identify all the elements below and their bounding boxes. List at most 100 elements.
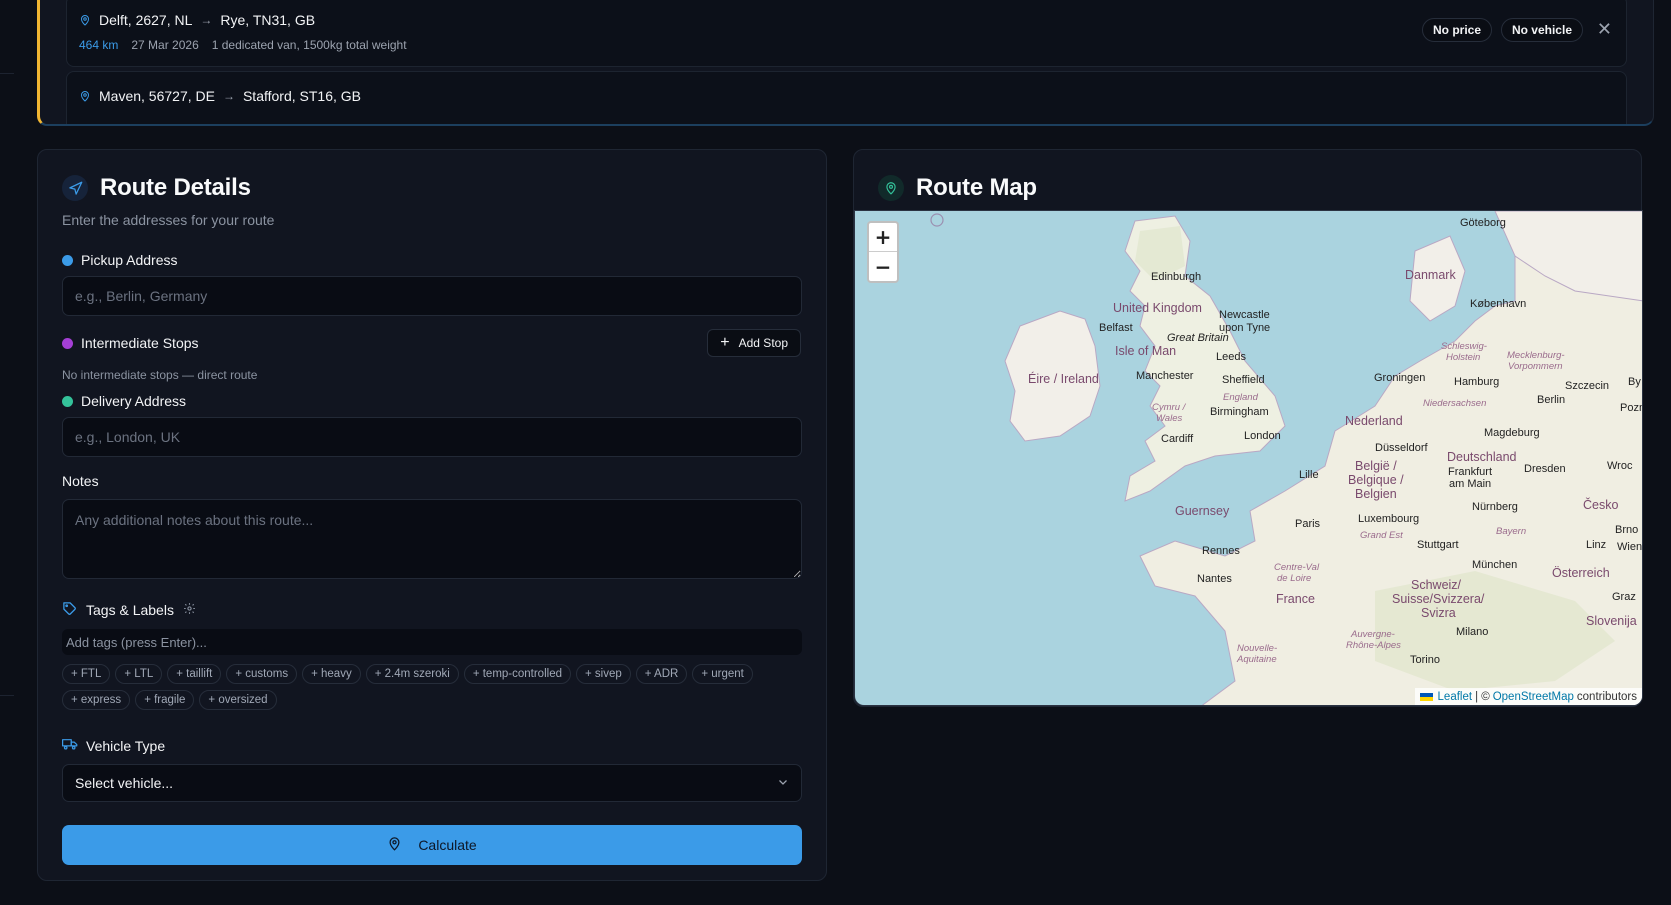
close-icon[interactable]: ✕ [1597, 18, 1612, 40]
map-label-szczecin: Szczecin [1565, 380, 1610, 392]
map-label-nantes: Nantes [1197, 573, 1232, 585]
tag-chip-taillift[interactable]: + taillift [167, 664, 222, 684]
map-label-osterreich: Österreich [1552, 566, 1610, 580]
add-stop-label: Add Stop [738, 336, 788, 350]
vehicle-badge[interactable]: No vehicle [1500, 18, 1583, 42]
arrow-right-icon: → [222, 89, 235, 103]
map-label-schweiz-2: Suisse/Svizzera/ [1392, 592, 1485, 606]
route-from: Maven, 56727, DE [99, 88, 215, 104]
map-label-wroc: Wroc [1607, 460, 1633, 472]
chevron-down-icon [777, 775, 789, 791]
left-rail-divider [0, 73, 14, 74]
map-label-nederland: Nederland [1345, 414, 1403, 428]
tag-chip-sivep[interactable]: + sivep [575, 664, 631, 684]
zoom-control: + − [867, 221, 899, 283]
map-label-england: England [1223, 392, 1258, 403]
route-map-title: Route Map [916, 174, 1037, 201]
saved-routes-panel: Delft, 2627, NL → Rye, TN31, GB 464 km 2… [37, 0, 1654, 126]
plus-icon: + [720, 334, 730, 351]
pickup-address-input[interactable] [62, 276, 802, 316]
map-label-cesko: Česko [1583, 498, 1619, 512]
tag-chip-fragile[interactable]: + fragile [135, 690, 195, 710]
pickup-label-text: Pickup Address [81, 252, 178, 268]
tag-chip-adr[interactable]: + ADR [635, 664, 688, 684]
map-label-mecklenburg-1: Mecklenburg- [1507, 350, 1565, 361]
tag-chip-urgent[interactable]: + urgent [692, 664, 753, 684]
map-label-newcastle-1: Newcastle [1219, 309, 1270, 321]
map-label-centre-2: de Loire [1277, 573, 1312, 584]
map-label-france: France [1276, 592, 1315, 606]
leaflet-link[interactable]: Leaflet [1438, 691, 1473, 703]
route-to: Rye, TN31, GB [220, 12, 316, 28]
map-label-poznan: Pozn [1620, 402, 1643, 414]
map-label-paris: Paris [1295, 518, 1321, 530]
vehicle-select[interactable]: Select vehicle... [62, 764, 802, 802]
map-label-by: By [1628, 376, 1641, 388]
map-tiles [930, 211, 1642, 705]
stops-label-text: Intermediate Stops [81, 335, 199, 351]
delivery-dot-icon [62, 395, 73, 407]
map-pin-icon [387, 836, 402, 854]
tags-input[interactable] [62, 629, 802, 655]
route-map-header: Route Map [878, 174, 1037, 202]
route-date: 27 Mar 2026 [131, 38, 199, 52]
tag-chip-ftl[interactable]: + FTL [62, 664, 111, 684]
delivery-address-input[interactable] [62, 417, 802, 457]
map-label-nouvelle-1: Nouvelle- [1237, 643, 1278, 654]
tag-chip-wide[interactable]: + 2.4m szeroki [365, 664, 459, 684]
page-title: Route Details [100, 174, 251, 201]
notes-textarea[interactable] [62, 499, 802, 579]
add-stop-button[interactable]: + Add Stop [707, 329, 801, 357]
route-details-header: Route Details [62, 174, 251, 202]
map-label-london: London [1244, 430, 1281, 442]
attribution-separator: | © [1475, 690, 1490, 703]
zoom-out-button[interactable]: − [869, 252, 897, 281]
map-label-belgie-1: België / [1355, 459, 1397, 473]
openstreetmap-link[interactable]: OpenStreetMap [1493, 691, 1574, 703]
gear-icon[interactable] [183, 602, 196, 618]
map-pin-icon [79, 14, 91, 26]
delivery-label: Delivery Address [62, 393, 186, 409]
map-label-belfast: Belfast [1099, 322, 1133, 334]
map-label-groningen: Groningen [1374, 372, 1426, 384]
tag-chip-heavy[interactable]: + heavy [302, 664, 361, 684]
map-label-schleswig-1: Schleswig- [1441, 341, 1487, 352]
route-details-subtitle: Enter the addresses for your route [62, 212, 275, 228]
map-label-centre-1: Centre-Val [1274, 562, 1320, 573]
no-stops-text: No intermediate stops — direct route [62, 368, 258, 382]
map-label-leeds: Leeds [1216, 351, 1246, 363]
map-pin-icon [79, 90, 91, 102]
attribution-tail: contributors [1576, 690, 1637, 703]
tag-chip-ltl[interactable]: + LTL [115, 664, 163, 684]
map-label-slovenija: Slovenija [1586, 614, 1637, 628]
map-label-belgie-2: Belgique / [1348, 473, 1404, 487]
route-distance: 464 km [79, 38, 119, 52]
route-to: Stafford, ST16, GB [242, 88, 361, 104]
map-canvas[interactable]: Göteborg Danmark København Edinburgh Uni… [854, 210, 1643, 706]
map-label-berlin: Berlin [1537, 394, 1566, 406]
tag-chip-temp-controlled[interactable]: + temp-controlled [463, 664, 571, 684]
map-label-cymru-1: Cymru / [1152, 402, 1186, 413]
map-label-hamburg: Hamburg [1454, 376, 1500, 388]
tag-chip-express[interactable]: + express [62, 690, 131, 710]
arrow-right-icon: → [200, 13, 213, 27]
tag-chip-customs[interactable]: + customs [226, 664, 298, 684]
price-badge[interactable]: No price [1421, 18, 1492, 42]
vehicle-type-label-text: Vehicle Type [86, 737, 166, 754]
map-attribution: Leaflet | © OpenStreetMap contributors [1414, 688, 1642, 705]
map-label-munchen: München [1472, 559, 1518, 571]
map-label-stuttgart: Stuttgart [1417, 539, 1459, 551]
map-label-goteborg: Göteborg [1460, 217, 1506, 229]
vehicle-type-label: Vehicle Type [62, 737, 165, 754]
route-item[interactable]: Maven, 56727, DE → Stafford, ST16, GB [66, 71, 1627, 124]
map-label-sheffield: Sheffield [1222, 374, 1265, 386]
route-item[interactable]: Delft, 2627, NL → Rye, TN31, GB 464 km 2… [66, 0, 1627, 67]
calculate-button[interactable]: Calculate [62, 825, 802, 865]
zoom-in-button[interactable]: + [869, 223, 897, 252]
left-rail-divider [0, 695, 14, 696]
navigation-icon [62, 175, 88, 201]
map-label-kobenhavn: København [1470, 298, 1527, 310]
tag-chip-oversized[interactable]: + oversized [199, 690, 277, 710]
map-label-isle-of-man: Isle of Man [1115, 344, 1177, 358]
map-label-dusseldorf: Düsseldorf [1375, 442, 1428, 454]
